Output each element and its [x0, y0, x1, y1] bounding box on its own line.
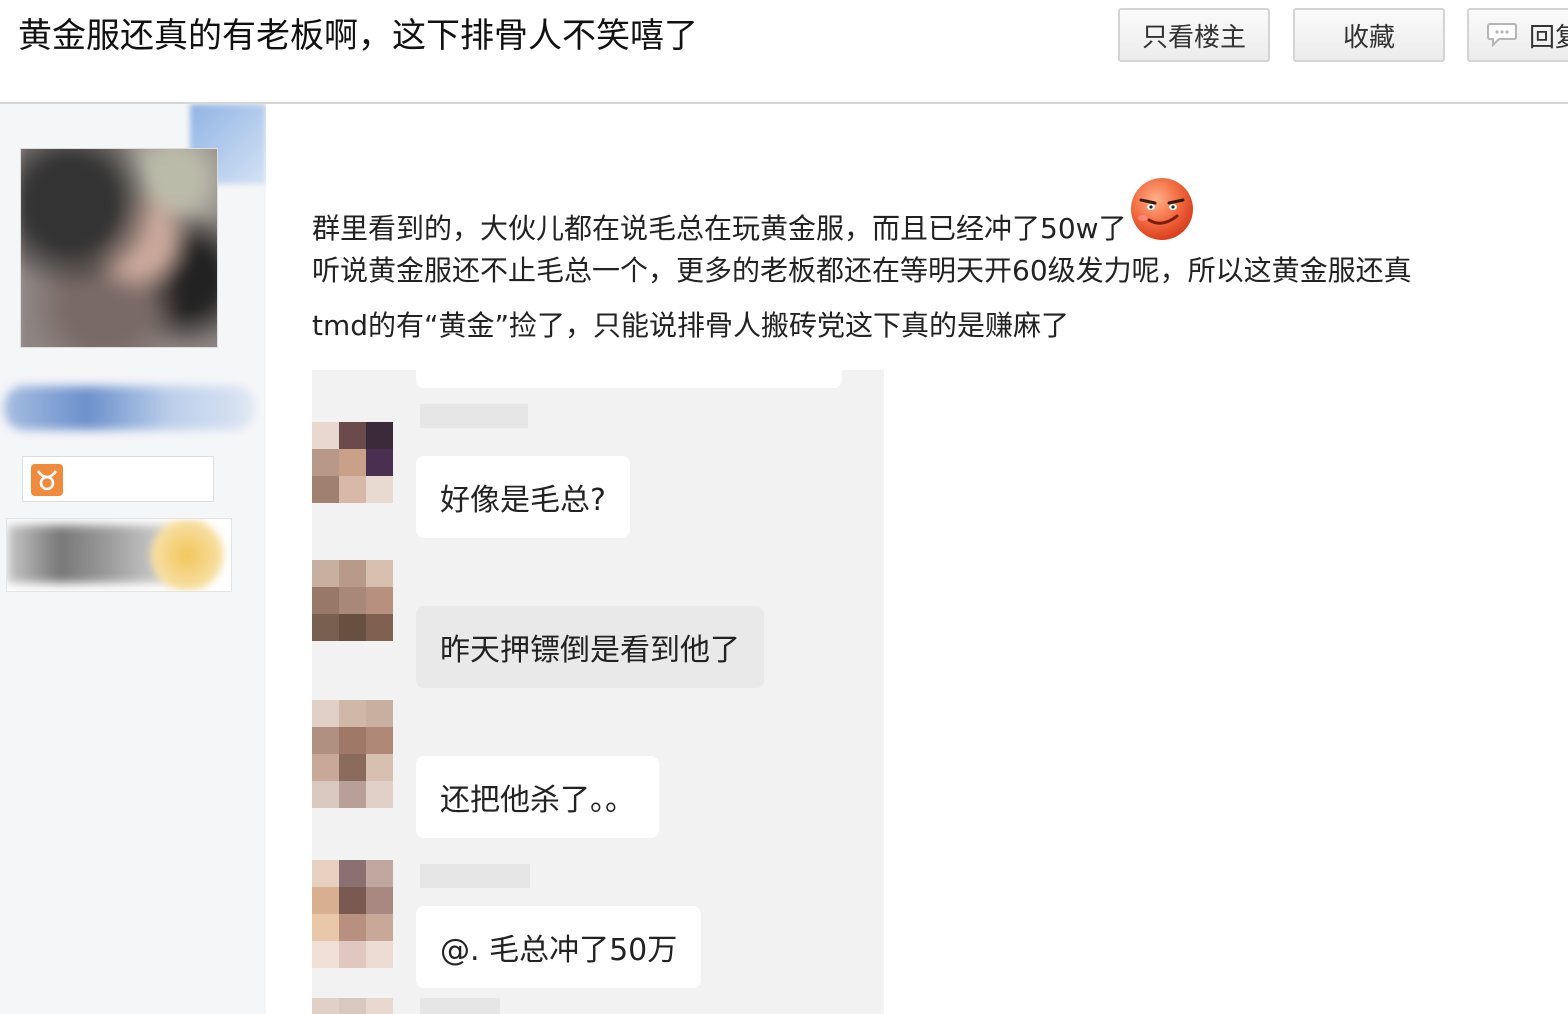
chat-avatar [312, 700, 394, 808]
chat-sender-name-obscured [420, 404, 528, 428]
zodiac-badge-row [22, 456, 214, 502]
only-op-label: 只看楼主 [1141, 22, 1246, 53]
only-op-button[interactable]: 只看楼主 [1118, 8, 1270, 62]
chat-message-bubble: 好像是毛总? [416, 456, 630, 538]
avatar-image [21, 149, 217, 347]
chat-bubble-partial [416, 370, 842, 388]
username-obscured[interactable] [4, 386, 254, 430]
post-line: 听说黄金服还不止毛总一个，更多的老板都还在等明天开60级发力呢，所以这黄金服还真 [312, 254, 1412, 287]
thread-title: 黄金服还真的有老板啊，这下排骨人不笑嘻了 [18, 16, 698, 56]
chat-message-text: @. 毛总冲了50万 [440, 933, 678, 968]
chat-message-bubble: 昨天押镖倒是看到他了 [416, 606, 764, 688]
chat-message-text: 好像是毛总? [440, 483, 606, 518]
reply-label: 回复 [1529, 22, 1568, 53]
chat-message-text: 还把他杀了。。 [440, 783, 635, 818]
user-level-badge-obscured [6, 518, 232, 592]
post-content: 群里看到的，大伙儿都在说毛总在玩黄金服，而且已经冲了50w了 听说黄金服还不止毛… [312, 178, 1562, 353]
chat-message-text: 昨天押镖倒是看到他了 [440, 633, 740, 668]
grinning-face-emoji [1129, 176, 1195, 260]
chat-avatar [312, 860, 394, 968]
chat-message-bubble: @. 毛总冲了50万 [416, 906, 702, 988]
reply-button[interactable]: 回复 [1467, 8, 1568, 62]
speech-bubble-icon [1487, 23, 1517, 48]
chat-avatar [312, 422, 394, 504]
chat-message-bubble: 还把他杀了。。 [416, 756, 659, 838]
chat-sender-name-obscured [420, 998, 500, 1014]
chat-screenshot-image[interactable]: 好像是毛总? 昨天押镖倒是看到他了 还把他杀了。。 @. 毛总冲了50万 [312, 370, 884, 1014]
post-line: tmd的有“黄金”捡了，只能说排骨人搬砖党这下真的是赚麻了 [312, 309, 1070, 342]
chat-avatar [312, 560, 394, 642]
favorite-label: 收藏 [1342, 22, 1395, 53]
post-line-text: 群里看到的，大伙儿都在说毛总在玩黄金服，而且已经冲了50w了 [312, 212, 1127, 245]
chat-avatar [312, 998, 394, 1014]
chat-sender-name-obscured [420, 864, 530, 888]
post-line: 群里看到的，大伙儿都在说毛总在玩黄金服，而且已经冲了50w了 [312, 178, 1562, 245]
thread-header: 黄金服还真的有老板啊，这下排骨人不笑嘻了 只看楼主 收藏 回复 [0, 0, 1568, 104]
favorite-button[interactable]: 收藏 [1293, 8, 1445, 62]
taurus-icon [31, 464, 63, 496]
user-info-column [0, 104, 266, 1014]
avatar[interactable] [20, 148, 218, 348]
